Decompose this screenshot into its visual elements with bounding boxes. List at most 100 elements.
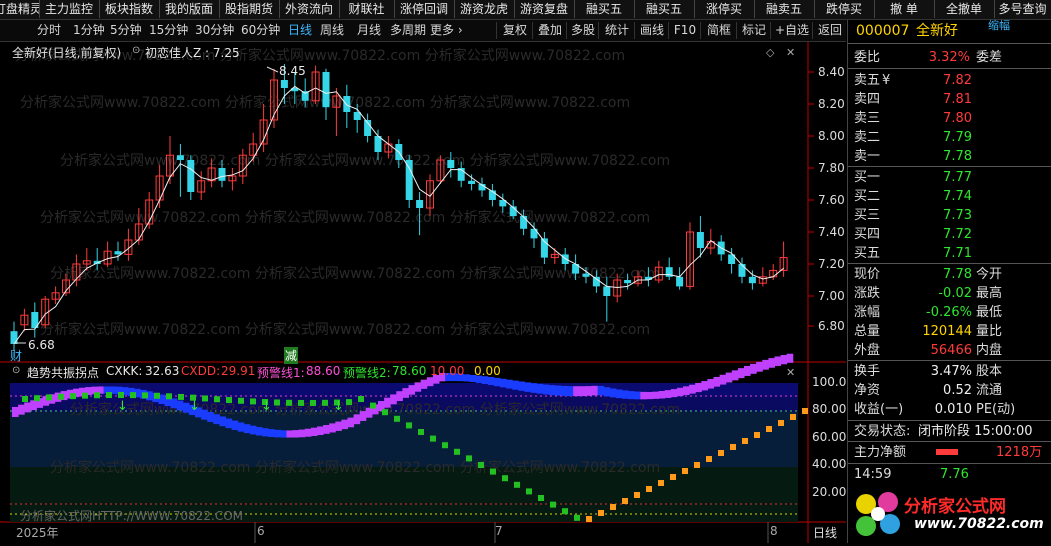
cxdd-dot — [430, 435, 436, 442]
osc-band — [353, 414, 361, 425]
cxdd-dot — [586, 516, 592, 522]
tool-button-5[interactable]: 画线 — [634, 22, 669, 39]
tool-button-8[interactable]: 标记 — [736, 22, 771, 39]
osc-band — [365, 407, 373, 418]
osc-band — [536, 383, 544, 394]
osc-tick-5: 20.00 — [812, 485, 846, 499]
osc-band — [634, 391, 641, 400]
toolbar-button-10[interactable]: 游资复盘 — [514, 0, 575, 18]
candle-body — [603, 286, 611, 296]
toolbar-button-3[interactable]: 板块指数 — [99, 0, 160, 18]
toolbar-button-12[interactable]: 融买五 — [634, 0, 695, 18]
osc-tick-2: 80.00 — [812, 402, 846, 416]
stock-tag[interactable]: 缩幅 — [988, 16, 1010, 35]
osc-band — [573, 386, 580, 397]
cxdd-dot — [454, 448, 460, 455]
tool-button-4[interactable]: 统计 — [598, 22, 635, 39]
toolbar-button-11[interactable]: 融买五 — [574, 0, 635, 18]
x-axis-month-8: 8 — [770, 524, 778, 538]
period-tab-2[interactable]: 1分钟 — [73, 22, 105, 39]
pinwheel-logo-icon — [856, 492, 900, 536]
toolbar-button-6[interactable]: 外资流向 — [279, 0, 340, 18]
bid-row-4-value: 7.72 — [943, 227, 972, 242]
price-tick-4: 7.80 — [818, 161, 845, 175]
reduction-marker[interactable]: 减 — [284, 347, 299, 364]
tool-button-1[interactable]: 复权 — [496, 22, 533, 39]
tool-button-9[interactable]: +自选 — [770, 22, 813, 39]
ask-row-1-value: 7.82 — [943, 73, 972, 88]
toolbar-button-15[interactable]: 跌停买 — [814, 0, 875, 18]
osc-band — [750, 363, 757, 374]
chart-area[interactable]: 8.40 8.20 8.00 7.80 7.60 7.40 7.20 7.00 6.80 100.… — [0, 42, 854, 543]
period-tab-9[interactable]: 月线 — [357, 22, 381, 39]
toolbar-button-14[interactable]: 融卖五 — [754, 0, 815, 18]
tool-button-2[interactable]: 叠加 — [532, 22, 567, 39]
period-tab-8[interactable]: 周线 — [320, 22, 344, 39]
toolbar-button-13[interactable]: 涨停买 — [694, 0, 755, 18]
osc-band — [652, 391, 660, 399]
osc-band — [603, 387, 611, 397]
stat2-row-3: 收益(一) 0.010 PE(动) — [848, 400, 1051, 419]
cxdd-dot — [682, 468, 688, 474]
subchart-toggle-icon[interactable]: ⊙ — [12, 365, 20, 376]
toolbar-button-2[interactable]: 主力监控 — [39, 0, 100, 18]
cxdd-dot — [394, 415, 400, 422]
period-tab-7[interactable]: 日线 — [288, 22, 312, 39]
tool-button-10[interactable]: 返回 — [812, 22, 847, 39]
cxkk-value: 32.63 — [145, 364, 180, 378]
wc-label: 委差 — [976, 50, 1003, 65]
osc-band — [707, 379, 714, 389]
tool-button-7[interactable]: 简框 — [700, 22, 737, 39]
finance-marker[interactable]: 财 — [10, 347, 22, 364]
osc-tick-3: 60.00 — [812, 430, 846, 444]
osc-band — [756, 361, 763, 372]
osc-band — [213, 414, 220, 425]
period-tab-4[interactable]: 15分钟 — [149, 22, 188, 39]
cxdd-dot — [310, 399, 316, 406]
stat2-row-2-label: 净资 — [854, 383, 881, 398]
signal-arrow-4: ↓ — [333, 399, 344, 414]
period-tab-6[interactable]: 60分钟 — [241, 22, 280, 39]
osc-band — [426, 377, 434, 387]
cxdd-dot — [298, 399, 304, 406]
osc-band — [786, 353, 794, 363]
period-tab-1[interactable]: 分时 — [37, 22, 61, 39]
indicator-toggle-icon[interactable]: ⊙ — [132, 45, 140, 56]
osc-band — [292, 430, 300, 438]
warn1-value: 88.60 — [306, 364, 341, 378]
osc-band — [249, 425, 257, 435]
toolbar-button-17[interactable]: 全撤单 — [934, 0, 995, 18]
price-tick-2: 8.20 — [818, 97, 845, 111]
x-axis-mode[interactable]: 日线 — [813, 524, 837, 541]
stat-row-4: 总量 120144 量比 — [848, 322, 1051, 341]
stat-row-1-label: 现价 — [854, 267, 881, 282]
osc-band — [323, 425, 330, 434]
tool-button-6[interactable]: F10 — [668, 22, 701, 39]
tool-button-3[interactable]: 多股 — [566, 22, 599, 39]
osc-band — [268, 429, 275, 438]
toolbar-button-8[interactable]: 涨停回调 — [394, 0, 455, 18]
toolbar-button-16[interactable]: 撤 单 — [874, 0, 935, 18]
cxdd-dot — [130, 392, 136, 399]
kline-svg[interactable]: 8.40 8.20 8.00 7.80 7.60 7.40 7.20 7.00 6.80 100.… — [0, 42, 854, 543]
toolbar-button-1[interactable]: 盯盘精灵 — [0, 0, 40, 18]
bid-row-2-value: 7.74 — [943, 189, 972, 204]
toolbar-button-5[interactable]: 股指期货 — [219, 0, 280, 18]
site-watermark: 分析家公式网HTTP://WWW.70822.COM — [20, 509, 244, 523]
candle-body — [676, 276, 684, 287]
toolbar-button-9[interactable]: 游资龙虎 — [454, 0, 515, 18]
period-tab-10[interactable]: 多周期 — [390, 22, 426, 39]
watermark-text: 分析家公式网www.70822.com 分析家公式网www.70822.com … — [50, 459, 660, 476]
cxdd-dot — [34, 395, 40, 402]
osc-band — [12, 407, 19, 417]
period-tab-11[interactable]: 更多 › — [430, 22, 463, 39]
period-tab-5[interactable]: 30分钟 — [195, 22, 234, 39]
toolbar-button-7[interactable]: 财联社 — [339, 0, 395, 18]
period-tab-3[interactable]: 5分钟 — [110, 22, 142, 39]
osc-band — [695, 382, 702, 393]
toolbar-button-4[interactable]: 我的版面 — [159, 0, 220, 18]
ask-row-4-label: 卖二 — [854, 130, 881, 145]
candle-body — [592, 276, 600, 287]
candle-body — [343, 96, 351, 112]
cxdd-dot — [22, 396, 28, 402]
